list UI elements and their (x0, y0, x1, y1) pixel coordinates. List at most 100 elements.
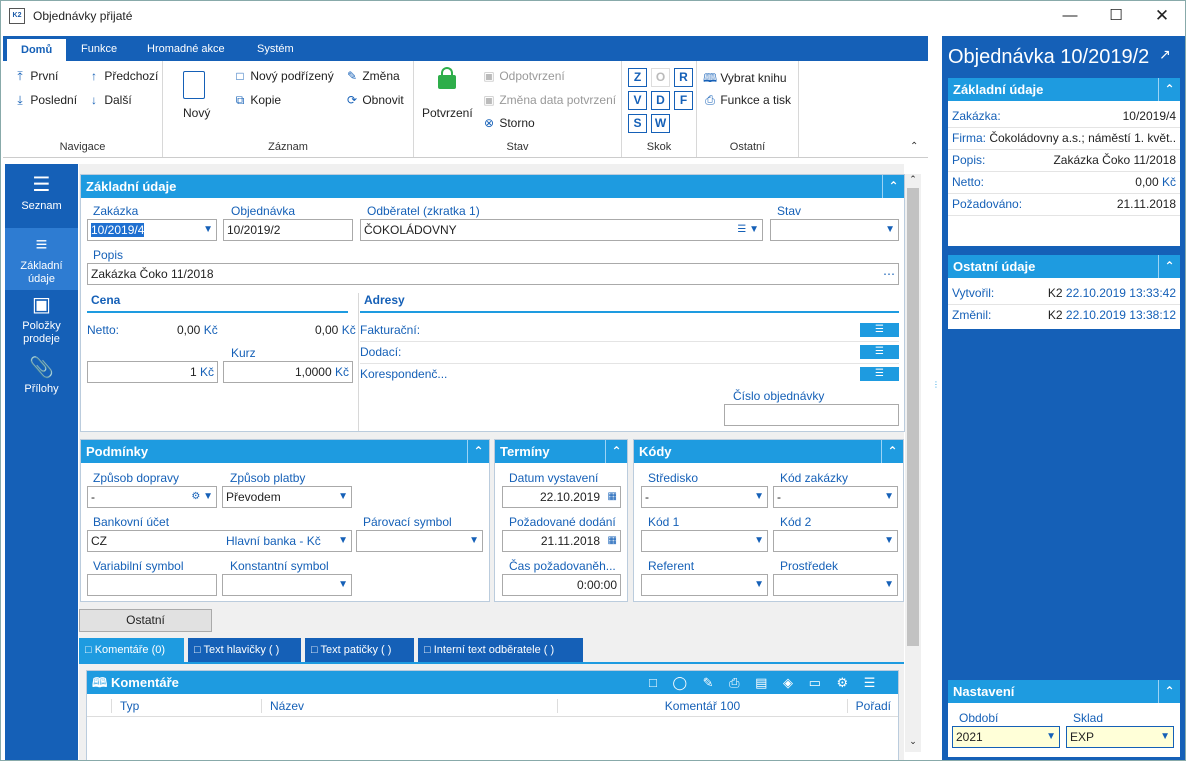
dropdown-icon[interactable]: ▼ (338, 531, 348, 551)
zakazka-field[interactable]: 10/2019/4 ▼ (87, 219, 217, 241)
dropdown-icon[interactable]: ▼ (338, 487, 348, 507)
kurz-field[interactable]: 1,0000 Kč (223, 361, 353, 383)
vystaveni-field[interactable]: 22.10.2019 ▦ (502, 486, 621, 508)
calendar-icon[interactable]: ▦ (608, 487, 617, 507)
amount-field[interactable]: 1 Kč (87, 361, 218, 383)
calendar-icon[interactable]: ▦ (608, 531, 617, 551)
collapse-icon[interactable]: ⌃ (882, 175, 904, 198)
dropdown-icon[interactable]: ▼ (754, 487, 764, 507)
refresh-button[interactable]: ⟳ Obnovit (345, 93, 404, 107)
popis-field[interactable]: Zakázka Čoko 11/2018 ⋯ (87, 263, 899, 285)
nav-polozky-prodeje[interactable]: ▣ Položky prodeje (5, 294, 78, 352)
maximize-button[interactable]: ☐ (1093, 1, 1139, 32)
scroll-up-icon[interactable]: ⌃ (907, 174, 919, 186)
tab-home[interactable]: Domů (7, 39, 67, 61)
skok-s-button[interactable]: S (628, 114, 647, 133)
prostredek-field[interactable]: ▼ (773, 574, 898, 596)
ks-field[interactable]: ▼ (222, 574, 352, 596)
confirm-button[interactable]: Potvrzení (422, 106, 473, 120)
kod-zakazky-field[interactable]: - ▼ (773, 486, 898, 508)
next-button[interactable]: ↓ Další (87, 93, 132, 107)
new-child-button[interactable]: □ Nový podřízený (233, 69, 333, 83)
fakturacni-menu-button[interactable]: ☰ (860, 323, 899, 337)
tab-interni-text[interactable]: □ Interní text odběratele ( ) (418, 638, 583, 662)
dropdown-icon[interactable]: ▼ (884, 487, 894, 507)
obdobi-field[interactable]: 2021 ▼ (952, 726, 1060, 748)
tab-bulk-actions[interactable]: Hromadné akce (133, 36, 239, 61)
dropdown-icon[interactable]: ▼ (338, 575, 348, 595)
col-komentar[interactable]: Komentář 100 (557, 699, 847, 713)
referent-field[interactable]: ▼ (641, 574, 768, 596)
close-button[interactable]: ✕ (1139, 1, 1185, 32)
col-poradi[interactable]: Pořadí (847, 699, 891, 713)
minimize-button[interactable]: — (1047, 1, 1093, 32)
collapse-icon[interactable]: ⌃ (1158, 680, 1180, 703)
tab-text-paticky[interactable]: □ Text patičky ( ) (305, 638, 414, 662)
collapse-icon[interactable]: ⌃ (1158, 78, 1180, 101)
new-button[interactable]: Nový (183, 106, 210, 120)
sklad-field[interactable]: EXP ▼ (1066, 726, 1174, 748)
unconfirm-button[interactable]: ▣ Odpotvrzení (482, 69, 564, 83)
korespondencni-menu-button[interactable]: ☰ (860, 367, 899, 381)
kod1-field[interactable]: ▼ (641, 530, 768, 552)
dropdown-icon[interactable]: ▼ (1160, 727, 1170, 747)
first-button[interactable]: ⤒ První (13, 69, 58, 84)
tab-komentare[interactable]: □ Komentáře (0) (79, 638, 184, 662)
skok-r-button[interactable]: R (674, 68, 693, 87)
scroll-thumb[interactable] (907, 188, 919, 646)
dropdown-icon[interactable]: ☰ ▼ (737, 220, 759, 240)
change-date-button[interactable]: ▣ Změna data potvrzení (482, 93, 616, 107)
nav-zakladni-udaje[interactable]: ≡ Základní údaje (5, 228, 78, 290)
col-typ[interactable]: Typ (111, 699, 139, 713)
vs-field[interactable] (87, 574, 217, 596)
splitter-handle[interactable]: ⋮ (932, 381, 940, 411)
col-nazev[interactable]: Název (261, 699, 304, 713)
change-button[interactable]: ✎ Změna (345, 69, 400, 83)
dropdown-icon[interactable]: ▼ (1046, 727, 1056, 747)
print-button[interactable]: ⎙ Funkce a tisk (703, 93, 791, 108)
copy-button[interactable]: ⧉ Kopie (233, 93, 281, 108)
dropdown-icon[interactable]: ▼ (754, 531, 764, 551)
dropdown-icon[interactable]: ▼ (754, 575, 764, 595)
skok-w-button[interactable]: W (651, 114, 670, 133)
dropdown-icon[interactable]: ▼ (884, 531, 894, 551)
skok-o-button[interactable]: O (651, 68, 670, 87)
dropdown-icon[interactable]: ▼ (469, 531, 479, 551)
choose-book-button[interactable]: 🕮 Vybrat knihu (703, 69, 787, 90)
tab-functions[interactable]: Funkce (67, 36, 131, 61)
dodaci-menu-button[interactable]: ☰ (860, 345, 899, 359)
collapse-icon[interactable]: ⌃ (467, 440, 489, 463)
parovaci-field[interactable]: ▼ (356, 530, 483, 552)
dodani-field[interactable]: 21.11.2018 ▦ (502, 530, 621, 552)
more-icon[interactable]: ⋯ (883, 264, 895, 284)
skok-v-button[interactable]: V (628, 91, 647, 110)
previous-button[interactable]: ↑ Předchozí (87, 69, 158, 83)
collapse-ribbon-icon[interactable]: ⌃ (910, 141, 918, 152)
kod2-field[interactable]: ▼ (773, 530, 898, 552)
dropdown-icon[interactable]: ▼ (885, 220, 895, 240)
dropdown-icon[interactable]: ⚙ ▼ (191, 487, 213, 507)
last-button[interactable]: ⤓ Poslední (13, 93, 77, 108)
platba-field[interactable]: Převodem ▼ (222, 486, 352, 508)
content-scrollbar[interactable]: ⌃ ⌄ (905, 174, 921, 752)
storno-button[interactable]: ⊗ Storno (482, 116, 535, 130)
skok-f-button[interactable]: F (674, 91, 693, 110)
dropdown-icon[interactable]: ▼ (203, 220, 213, 240)
tab-system[interactable]: Systém (243, 36, 308, 61)
scroll-down-icon[interactable]: ⌄ (907, 736, 919, 748)
stredisko-field[interactable]: - ▼ (641, 486, 768, 508)
cislo-objednavky-field[interactable] (724, 404, 899, 426)
stav-field[interactable]: ▼ (770, 219, 899, 241)
external-link-icon[interactable]: ↗ (1159, 46, 1171, 63)
collapse-icon[interactable]: ⌃ (881, 440, 903, 463)
nav-seznam[interactable]: ☰ Seznam (5, 174, 78, 229)
dropdown-icon[interactable]: ▼ (884, 575, 894, 595)
collapse-icon[interactable]: ⌃ (605, 440, 627, 463)
tab-text-hlavicky[interactable]: □ Text hlavičky ( ) (188, 638, 301, 662)
objednavka-field[interactable]: 10/2019/2 (223, 219, 353, 241)
new-document-icon[interactable] (183, 71, 205, 99)
skok-d-button[interactable]: D (651, 91, 670, 110)
ucet-field[interactable]: CZ Hlavní banka - Kč ▼ (87, 530, 352, 552)
ostatni-button[interactable]: Ostatní (79, 609, 212, 632)
odberatel-field[interactable]: ČOKOLÁDOVNY ☰ ▼ (360, 219, 763, 241)
